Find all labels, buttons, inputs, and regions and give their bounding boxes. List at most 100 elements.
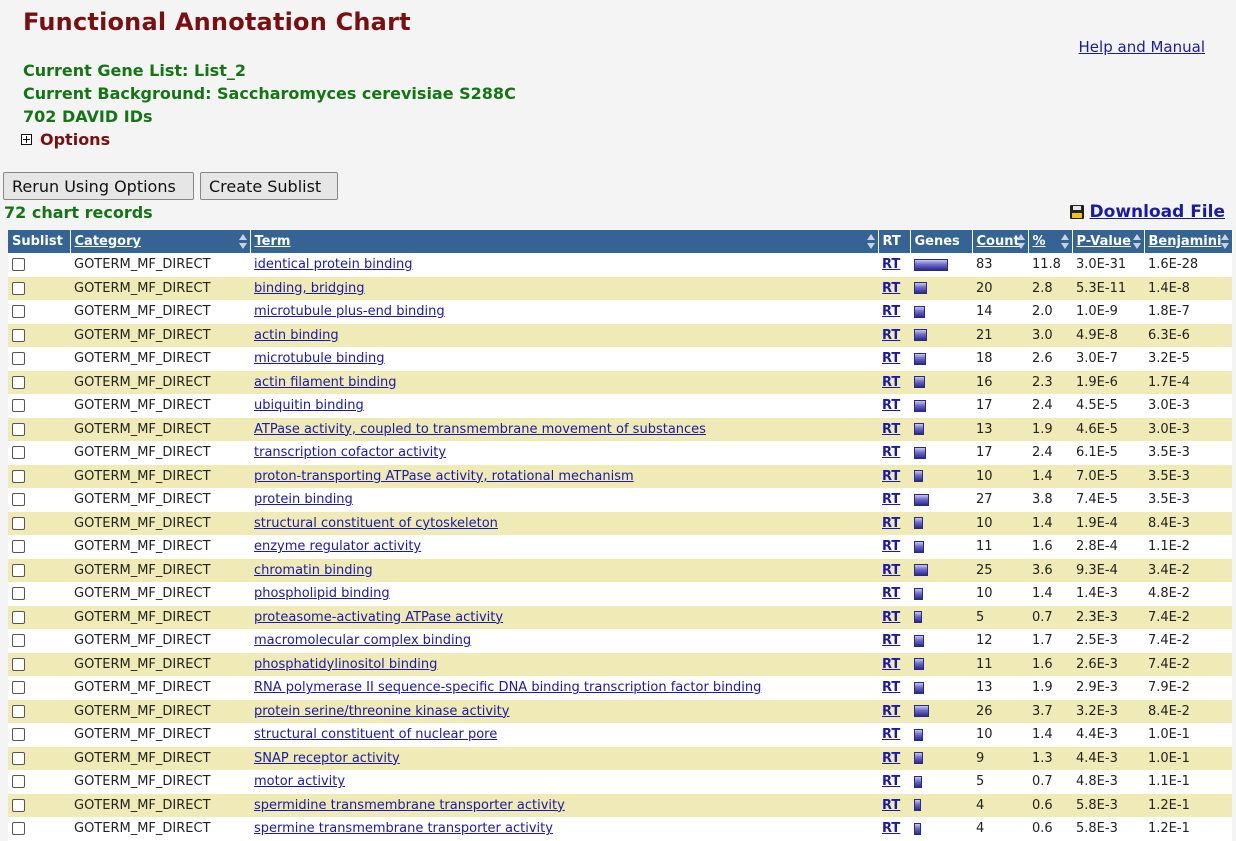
sublist-checkbox[interactable] — [12, 328, 25, 342]
sublist-checkbox[interactable] — [12, 704, 25, 718]
sublist-checkbox[interactable] — [12, 540, 25, 554]
term-link[interactable]: phosphatidylinositol binding — [254, 657, 437, 672]
sublist-checkbox[interactable] — [12, 281, 25, 295]
help-manual-link[interactable]: Help and Manual — [1079, 38, 1205, 56]
term-link[interactable]: proteasome-activating ATPase activity — [254, 610, 503, 625]
sublist-checkbox[interactable] — [12, 258, 25, 272]
genes-bar[interactable] — [914, 728, 923, 741]
rt-link[interactable]: RT — [882, 798, 900, 813]
rt-link[interactable]: RT — [882, 586, 900, 601]
genes-bar[interactable] — [914, 658, 924, 671]
rt-link[interactable]: RT — [882, 821, 900, 836]
sublist-checkbox[interactable] — [12, 634, 25, 648]
rt-link[interactable]: RT — [882, 398, 900, 413]
term-link[interactable]: motor activity — [254, 774, 345, 789]
sublist-checkbox[interactable] — [12, 469, 25, 483]
sublist-checkbox[interactable] — [12, 305, 25, 319]
genes-bar[interactable] — [914, 540, 924, 553]
term-link[interactable]: spermidine transmembrane transporter act… — [254, 798, 565, 813]
rt-link[interactable]: RT — [882, 304, 900, 319]
term-link[interactable]: microtubule plus-end binding — [254, 304, 445, 319]
col-header-category[interactable]: Category — [70, 230, 251, 253]
genes-bar[interactable] — [914, 822, 921, 835]
rt-link[interactable]: RT — [882, 727, 900, 742]
col-header-count[interactable]: Count — [972, 230, 1029, 253]
term-link[interactable]: transcription cofactor activity — [254, 445, 446, 460]
rt-link[interactable]: RT — [882, 539, 900, 554]
genes-bar[interactable] — [914, 681, 924, 694]
rt-link[interactable]: RT — [882, 633, 900, 648]
benjamini-header-label[interactable]: Benjamini — [1149, 234, 1222, 249]
term-link[interactable]: RNA polymerase II sequence-specific DNA … — [254, 680, 761, 695]
sublist-checkbox[interactable] — [12, 422, 25, 436]
rt-link[interactable]: RT — [882, 680, 900, 695]
col-header-pvalue[interactable]: P-Value — [1072, 230, 1145, 253]
sublist-checkbox[interactable] — [12, 446, 25, 460]
term-link[interactable]: structural constituent of nuclear pore — [254, 727, 497, 742]
sublist-checkbox[interactable] — [12, 493, 25, 507]
genes-bar[interactable] — [914, 446, 926, 459]
term-link[interactable]: actin filament binding — [254, 375, 397, 390]
term-link[interactable]: ATPase activity, coupled to transmembran… — [254, 422, 706, 437]
sublist-checkbox[interactable] — [12, 399, 25, 413]
sublist-checkbox[interactable] — [12, 728, 25, 742]
genes-bar[interactable] — [914, 611, 922, 624]
rt-link[interactable]: RT — [882, 351, 900, 366]
sublist-checkbox[interactable] — [12, 798, 25, 812]
term-header-label[interactable]: Term — [255, 234, 291, 249]
sublist-checkbox[interactable] — [12, 657, 25, 671]
count-header-label[interactable]: Count — [977, 234, 1020, 249]
genes-bar[interactable] — [914, 376, 925, 389]
sublist-checkbox[interactable] — [12, 775, 25, 789]
sort-arrows-icon[interactable] — [238, 234, 247, 249]
term-link[interactable]: ubiquitin binding — [254, 398, 364, 413]
genes-bar[interactable] — [914, 282, 927, 295]
term-link[interactable]: macromolecular complex binding — [254, 633, 471, 648]
rt-link[interactable]: RT — [882, 281, 900, 296]
expand-plus-icon[interactable] — [21, 134, 32, 145]
genes-bar[interactable] — [914, 517, 923, 530]
sublist-checkbox[interactable] — [12, 822, 25, 836]
term-link[interactable]: protein binding — [254, 492, 353, 507]
genes-bar[interactable] — [914, 352, 926, 365]
term-link[interactable]: SNAP receptor activity — [254, 751, 400, 766]
sublist-checkbox[interactable] — [12, 563, 25, 577]
sublist-checkbox[interactable] — [12, 375, 25, 389]
percent-header-label[interactable]: % — [1033, 234, 1046, 249]
col-header-benjamini[interactable]: Benjamini — [1144, 230, 1233, 253]
sublist-checkbox[interactable] — [12, 587, 25, 601]
rt-link[interactable]: RT — [882, 422, 900, 437]
rt-link[interactable]: RT — [882, 774, 900, 789]
sort-arrows-icon[interactable] — [866, 234, 875, 249]
rt-link[interactable]: RT — [882, 469, 900, 484]
rt-link[interactable]: RT — [882, 610, 900, 625]
sublist-checkbox[interactable] — [12, 751, 25, 765]
sort-arrows-icon[interactable] — [1132, 234, 1141, 249]
col-header-term[interactable]: Term — [250, 230, 879, 253]
col-header-percent[interactable]: % — [1028, 230, 1073, 253]
genes-bar[interactable] — [914, 399, 926, 412]
rt-link[interactable]: RT — [882, 704, 900, 719]
term-link[interactable]: proton-transporting ATPase activity, rot… — [254, 469, 634, 484]
options-toggle[interactable]: Options — [21, 130, 110, 149]
genes-bar[interactable] — [914, 634, 924, 647]
sublist-checkbox[interactable] — [12, 352, 25, 366]
genes-bar[interactable] — [914, 775, 922, 788]
rt-link[interactable]: RT — [882, 657, 900, 672]
rt-link[interactable]: RT — [882, 375, 900, 390]
genes-bar[interactable] — [914, 705, 929, 718]
term-link[interactable]: phospholipid binding — [254, 586, 390, 601]
rt-link[interactable]: RT — [882, 257, 900, 272]
sort-arrows-icon[interactable] — [1060, 234, 1069, 249]
genes-bar[interactable] — [914, 493, 929, 506]
rt-link[interactable]: RT — [882, 516, 900, 531]
genes-bar[interactable] — [914, 799, 921, 812]
term-link[interactable]: binding, bridging — [254, 281, 365, 296]
term-link[interactable]: identical protein binding — [254, 257, 412, 272]
genes-bar[interactable] — [914, 305, 925, 318]
genes-bar[interactable] — [914, 258, 948, 271]
rt-link[interactable]: RT — [882, 751, 900, 766]
term-link[interactable]: protein serine/threonine kinase activity — [254, 704, 509, 719]
pvalue-header-label[interactable]: P-Value — [1077, 234, 1131, 249]
sublist-checkbox[interactable] — [12, 681, 25, 695]
